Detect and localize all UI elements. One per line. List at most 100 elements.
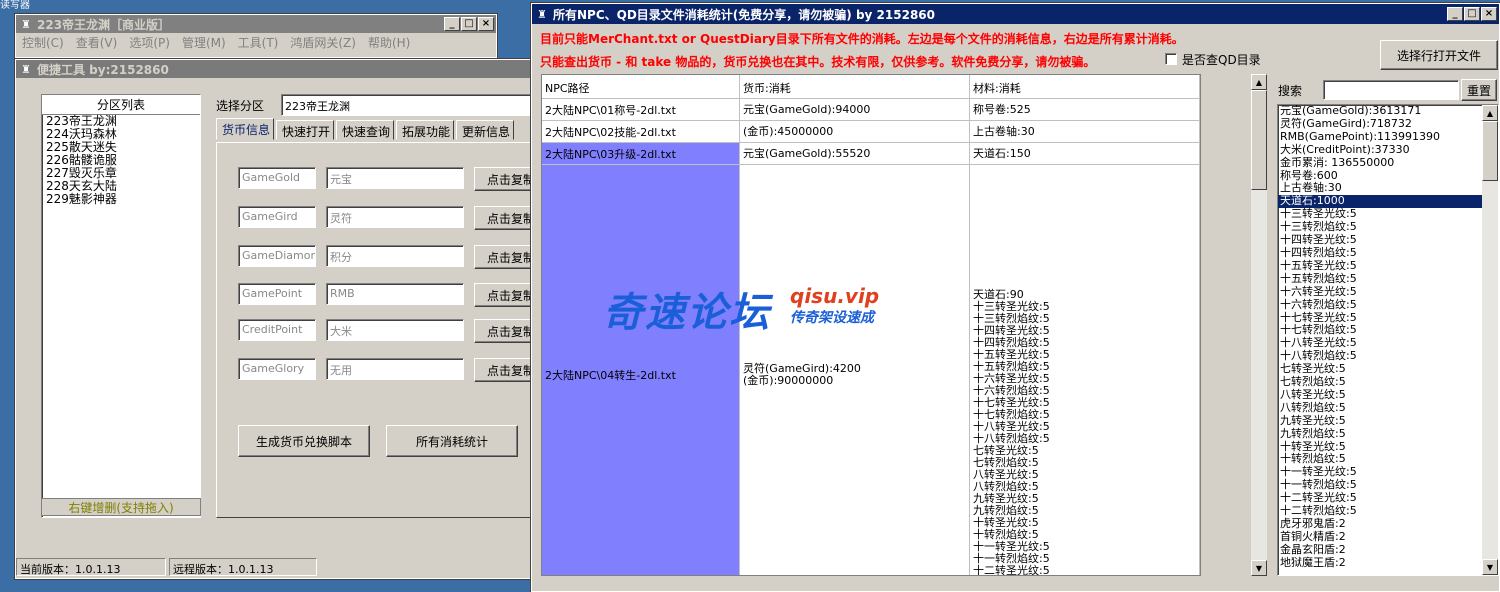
grid-column-header[interactable]: NPC路径 — [542, 75, 740, 99]
tab-3[interactable]: 拓展功能 — [396, 120, 454, 140]
grid-cell-material[interactable]: 上古卷轴:30 — [970, 121, 1200, 143]
totals-scroll-thumb[interactable] — [1482, 121, 1498, 181]
grid-cell-currency[interactable]: (金币):45000000 — [740, 121, 970, 143]
currency-name-field[interactable]: 灵符 — [326, 206, 464, 228]
menu-item[interactable]: 选项(P) — [129, 34, 170, 51]
open-file-button[interactable]: 选择行打开文件 — [1380, 40, 1498, 70]
copy-button[interactable]: 点击复制 — [474, 283, 536, 307]
all-stats-button[interactable]: 所有消耗统计 — [386, 425, 518, 457]
total-item[interactable]: 十五转烈焰纹:5 — [1278, 272, 1498, 286]
total-item[interactable]: 灵符(GameGird):718732 — [1278, 117, 1498, 131]
copy-button[interactable]: 点击复制 — [474, 167, 536, 191]
total-item[interactable]: 九转烈焰纹:5 — [1278, 427, 1498, 441]
qd-checkbox[interactable] — [1165, 53, 1177, 65]
total-item[interactable]: RMB(GamePoint):113991390 — [1278, 130, 1498, 144]
grid-cell-currency[interactable]: 元宝(GameGold):55520 — [740, 143, 970, 165]
tab-4[interactable]: 更新信息 — [456, 120, 514, 140]
currency-name-field[interactable]: 大米 — [326, 319, 464, 341]
grid-cell-path[interactable]: 2大陆NPC\03升级-2dl.txt — [542, 143, 740, 165]
total-item[interactable]: 十五转圣光纹:5 — [1278, 259, 1498, 273]
currency-code-field[interactable]: GameDiamond — [238, 245, 316, 267]
maximize-button[interactable]: □ — [461, 17, 477, 31]
scroll-down-icon[interactable]: ▼ — [1251, 560, 1267, 576]
grid-cell-material[interactable]: 天道石:90 十三转圣光纹:5 十三转烈焰纹:5 十四转圣光纹:5 十四转烈焰纹:5 十五… — [970, 165, 1200, 575]
reset-button[interactable]: 重置 — [1461, 79, 1497, 101]
partition-item[interactable]: 229魅影神器 — [42, 193, 200, 206]
stats-maximize-button[interactable]: □ — [1464, 7, 1480, 21]
totals-scroll-down-icon[interactable]: ▼ — [1482, 559, 1498, 575]
grid-cell-material[interactable]: 天道石:150 — [970, 143, 1200, 165]
total-item[interactable]: 七转烈焰纹:5 — [1278, 375, 1498, 389]
total-item[interactable]: 八转烈焰纹:5 — [1278, 401, 1498, 415]
tool-window-titlebar[interactable]: ♜ 便捷工具 by:2152860 — [16, 60, 534, 78]
currency-name-field[interactable]: 无用 — [326, 358, 464, 380]
menu-item[interactable]: 鸿盾网关(Z) — [290, 34, 356, 51]
stats-app-icon: ♜ — [537, 7, 547, 21]
close-button[interactable]: × — [478, 17, 494, 31]
total-item[interactable]: 十六转圣光纹:5 — [1278, 285, 1498, 299]
main-window-title: 223帝王龙渊［商业版］ — [37, 17, 171, 32]
grid-column-header[interactable]: 材料:消耗 — [970, 75, 1200, 99]
stats-window-titlebar[interactable]: ♜ 所有NPC、QD目录文件消耗统计(免费分享，请勿被骗) by 2152860… — [532, 4, 1499, 24]
currency-code-field[interactable]: CreditPoint — [238, 319, 316, 341]
grid-cell-path[interactable]: 2大陆NPC\02技能-2dl.txt — [542, 121, 740, 143]
currency-code-field[interactable]: GameGold — [238, 167, 316, 189]
total-item[interactable]: 金晶玄阳盾:2 — [1278, 543, 1498, 557]
generate-script-button[interactable]: 生成货币兑换脚本 — [238, 425, 370, 457]
total-item[interactable]: 金币累消: 136550000 — [1278, 156, 1498, 170]
copy-button[interactable]: 点击复制 — [474, 319, 536, 343]
copy-button[interactable]: 点击复制 — [474, 245, 536, 269]
currency-entry: 元宝(GameGold):55520 — [743, 146, 871, 160]
grid-cell-path[interactable]: 2大陆NPC\01称号-2dl.txt — [542, 99, 740, 121]
menu-item[interactable]: 工具(T) — [238, 34, 279, 51]
stats-minimize-button[interactable]: _ — [1447, 7, 1463, 21]
currency-code-field[interactable]: GamePoint — [238, 283, 316, 305]
total-item[interactable]: 虎牙邪鬼盾:2 — [1278, 517, 1498, 531]
stats-close-button[interactable]: × — [1481, 7, 1497, 21]
total-item[interactable]: 元宝(GameGold):3613171 — [1278, 105, 1498, 118]
total-item[interactable]: 大米(CreditPoint):37330 — [1278, 143, 1498, 157]
grid-column-header[interactable]: 货币:消耗 — [740, 75, 970, 99]
grid-cell-currency[interactable]: 灵符(GameGird):4200 (金币):90000000 — [740, 165, 970, 575]
partition-select[interactable]: 223帝王龙渊 — [281, 94, 536, 116]
total-item[interactable]: 十四转烈焰纹:5 — [1278, 246, 1498, 260]
grid-scrollbar[interactable]: ▲ ▼ — [1251, 74, 1267, 576]
status-remote-version: 远程版本：1.0.1.13 — [169, 558, 317, 576]
tab-2[interactable]: 快速查询 — [336, 120, 394, 140]
menu-item[interactable]: 管理(M) — [182, 34, 226, 51]
search-input[interactable] — [1323, 80, 1459, 100]
menu-item[interactable]: 查看(V) — [76, 34, 118, 51]
menu-item[interactable]: 帮助(H) — [368, 34, 410, 51]
currency-code-field[interactable]: GameGlory — [238, 358, 316, 380]
partition-list-panel: 分区列表 223帝王龙渊 224沃玛森林 225散天迷失 226骷髅诡服 227毁灭乐章… — [41, 94, 201, 518]
totals-scroll-up-icon[interactable]: ▲ — [1482, 105, 1498, 121]
currency-name-field[interactable]: RMB — [326, 283, 464, 305]
currency-code-field[interactable]: GameGird — [238, 206, 316, 228]
minimize-button[interactable]: _ — [444, 17, 460, 31]
currency-name-field[interactable]: 元宝 — [326, 167, 464, 189]
grid-cell-currency[interactable]: 元宝(GameGold):94000 — [740, 99, 970, 121]
desktop-corner-text: 读写器 — [0, 0, 30, 11]
grid-cell-path[interactable]: 2大陆NPC\04转生-2dl.txt — [542, 165, 740, 575]
tab-1[interactable]: 快速打开 — [276, 120, 334, 140]
total-item[interactable]: 地狱魔王盾:2 — [1278, 556, 1498, 570]
copy-button[interactable]: 点击复制 — [474, 358, 536, 382]
currency-entry: (金币):45000000 — [743, 124, 834, 138]
tool-window: ♜ 便捷工具 by:2152860 分区列表 223帝王龙渊 224沃玛森林 225… — [14, 58, 536, 580]
status-local-version: 当前版本：1.0.1.13 — [16, 558, 166, 576]
main-window-titlebar[interactable]: ♜ 223帝王龙渊［商业版］ _ □ × — [16, 15, 496, 33]
total-item[interactable]: 九转圣光纹:5 — [1278, 414, 1498, 428]
currency-name-field[interactable]: 积分 — [326, 245, 464, 267]
total-item[interactable]: 十六转烈焰纹:5 — [1278, 298, 1498, 312]
copy-button[interactable]: 点击复制 — [474, 206, 536, 230]
total-item[interactable]: 八转圣光纹:5 — [1278, 388, 1498, 402]
scroll-up-icon[interactable]: ▲ — [1251, 74, 1267, 90]
menu-item[interactable]: 控制(C) — [22, 34, 64, 51]
tab-0[interactable]: 货币信息 — [216, 118, 274, 140]
currency-entry: 灵符(GameGird):4200 — [743, 361, 861, 375]
scroll-thumb[interactable] — [1251, 90, 1267, 190]
total-item[interactable]: 首铜火精盾:2 — [1278, 530, 1498, 544]
totals-scrollbar[interactable]: ▲ ▼ — [1482, 105, 1498, 575]
totals-list: 元宝(GameGold):3613171 灵符(GameGird):718732 R… — [1278, 105, 1498, 570]
grid-cell-material[interactable]: 称号卷:525 — [970, 99, 1200, 121]
